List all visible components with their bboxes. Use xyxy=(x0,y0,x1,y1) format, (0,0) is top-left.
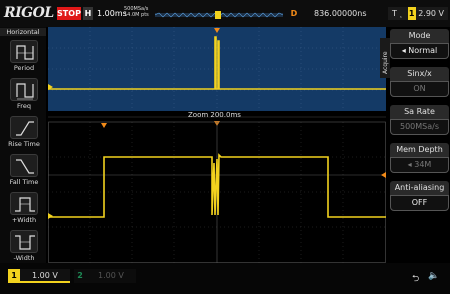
mode-value: Normal xyxy=(408,46,438,55)
negative-width-icon xyxy=(15,235,35,250)
usb-icon: ⮌ xyxy=(412,274,420,284)
waveform-display[interactable]: Zoom 200.0ms xyxy=(48,27,386,263)
menu-title: Horizontal xyxy=(0,28,46,36)
fall-time-label: Fall Time xyxy=(9,178,39,186)
measure-fall-time-item[interactable]: Fall Time xyxy=(4,154,44,186)
memory-depth-setting[interactable]: Mem Depth ◂ 34M xyxy=(389,143,449,173)
trigger-letter: T xyxy=(392,9,397,18)
channel-2-indicator[interactable]: 2 1.00 V xyxy=(74,269,136,283)
acquisition-info: 500MSa/s 14.0M pts xyxy=(124,6,149,18)
timebase-letter: H xyxy=(83,7,93,20)
memory-depth-label: Mem Depth xyxy=(390,143,449,157)
trigger-delay-readout[interactable]: D 836.00000ns xyxy=(288,7,382,20)
rise-time-label: Rise Time xyxy=(8,140,40,148)
mode-value-field[interactable]: ◂ Normal xyxy=(390,43,449,59)
period-label: Period xyxy=(13,64,35,72)
channel-2-number: 2 xyxy=(77,271,83,280)
delay-value: 836.00000ns xyxy=(314,9,367,18)
rise-time-icon xyxy=(16,121,34,136)
fall-time-icon xyxy=(16,159,34,174)
measure-positive-width-item[interactable]: +Width xyxy=(4,192,44,224)
run-stop-badge[interactable]: STOP xyxy=(57,7,81,20)
mode-setting[interactable]: Mode ◂ Normal xyxy=(389,29,449,59)
speaker-icon[interactable]: 🔈 xyxy=(428,271,439,281)
zoom-timebase-label: Zoom 200.0ms xyxy=(188,111,241,119)
channel-1-scale: 1.00 V xyxy=(32,271,58,280)
delay-letter: D xyxy=(290,9,298,18)
measure-period-item[interactable]: Period xyxy=(4,40,44,72)
positive-width-icon xyxy=(15,197,35,212)
memory-depth-adjust-icon: ◂ xyxy=(407,160,412,169)
timebase-readout[interactable]: H 1.00ms xyxy=(83,7,127,20)
brand-logo: RIGOL xyxy=(4,5,54,21)
acquire-menu: Mode ◂ Normal Sinx/x ON Sa Rate 500MSa/s… xyxy=(389,27,450,263)
horizontal-measure-menu: Horizontal Period Freq Rise Time Fall Ti… xyxy=(0,27,46,263)
period-icon xyxy=(16,45,34,60)
mode-adjust-icon: ◂ xyxy=(401,46,406,55)
channel-1-number: 1 xyxy=(8,269,20,283)
sample-rate-label: Sa Rate xyxy=(390,105,449,119)
memory-depth-value-field[interactable]: ◂ 34M xyxy=(390,157,449,173)
channel-1-indicator[interactable]: 1 1.00 V xyxy=(8,269,70,283)
acquire-tab-label: Acquire xyxy=(382,51,389,74)
measure-negative-width-item[interactable]: -Width xyxy=(4,230,44,262)
timebase-value: 1.00ms xyxy=(97,9,127,18)
trigger-edge-icon: ˰ xyxy=(399,9,403,18)
trigger-readout[interactable]: T ˰ 1 2.90 V xyxy=(388,7,448,20)
frequency-label: Freq xyxy=(17,102,31,110)
status-bar: RIGOL STOP H 1.00ms 500MSa/s 14.0M pts D 8… xyxy=(0,0,450,27)
anti-aliasing-setting[interactable]: Anti-aliasing OFF xyxy=(389,181,449,211)
frequency-icon xyxy=(16,83,34,100)
channel-bar: 1 1.00 V 2 1.00 V ⮌ 🔈 xyxy=(0,263,450,294)
sample-rate-setting: Sa Rate 500MSa/s xyxy=(389,105,449,135)
anti-aliasing-value[interactable]: OFF xyxy=(390,195,449,211)
measure-rise-time-item[interactable]: Rise Time xyxy=(4,116,44,148)
memory-depth-text: 14.0M pts xyxy=(124,12,149,18)
sinx-setting[interactable]: Sinx/x ON xyxy=(389,67,449,97)
anti-aliasing-label: Anti-aliasing xyxy=(390,181,449,195)
sinx-label: Sinx/x xyxy=(390,67,449,81)
channel-2-scale: 1.00 V xyxy=(98,271,124,280)
trigger-level: 2.90 V xyxy=(418,9,445,18)
trigger-channel: 1 xyxy=(407,7,416,20)
negative-width-label: -Width xyxy=(13,254,35,262)
measure-frequency-item[interactable]: Freq xyxy=(4,78,44,110)
zoom-ch1-offset-marker[interactable] xyxy=(48,213,53,219)
positive-width-label: +Width xyxy=(11,216,37,224)
mode-label: Mode xyxy=(390,29,449,43)
memory-window-marker xyxy=(215,11,221,19)
zoom-delay-marker[interactable] xyxy=(101,123,107,128)
memory-depth-value: 34M xyxy=(414,160,432,169)
sample-rate-value: 500MSa/s xyxy=(390,119,449,135)
sinx-value[interactable]: ON xyxy=(390,81,449,97)
trigger-level-marker[interactable] xyxy=(381,172,386,178)
memory-position-strip[interactable] xyxy=(155,11,283,19)
